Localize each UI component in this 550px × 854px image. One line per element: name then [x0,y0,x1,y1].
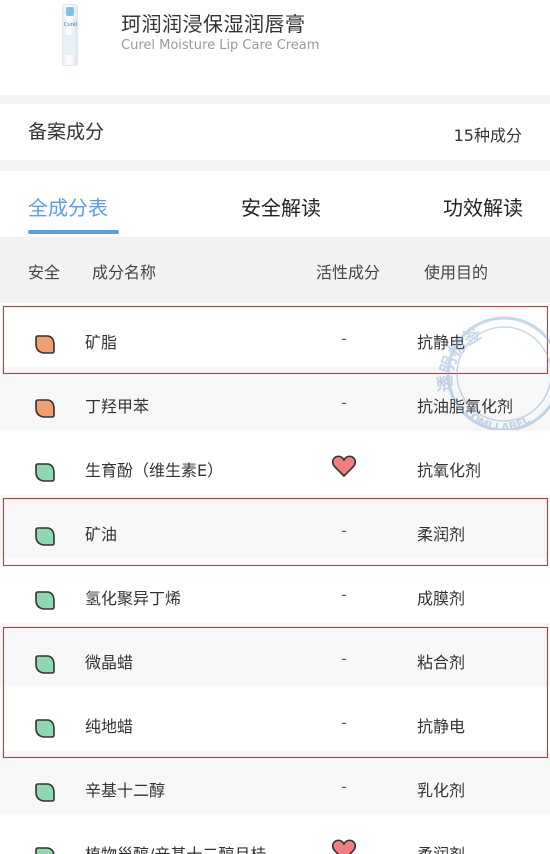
active-ingredient-value: - [341,777,347,796]
ingredient-purpose: 抗油脂氧化剂 [417,397,514,416]
filing-title: 备案成分 [28,121,105,143]
tab-full-ingredients[interactable]: 全成分表 [28,192,108,221]
tab-efficacy-analysis[interactable]: 功效解读 [443,192,523,221]
product-image: Curél [62,4,78,66]
filing-ingredients-row[interactable]: 备案成分 15种成分 [0,104,550,160]
safety-leaf-icon [35,463,55,482]
active-ingredient-value: - [341,585,347,604]
ingredient-purpose: 柔润剂 [417,841,465,854]
safety-leaf-icon [35,591,55,610]
ingredient-name: 丁羟甲苯 [85,397,150,416]
header-safety: 安全 [28,263,61,282]
highlight-box [3,627,548,758]
safety-leaf-icon [35,399,55,418]
active-tab-indicator [28,230,119,234]
ingredient-count: 15种成分 [453,126,522,145]
safety-leaf-icon [35,847,55,854]
ingredient-name: 生育酚（维生素E） [85,461,224,480]
tab-safety-analysis[interactable]: 安全解读 [241,192,321,221]
product-package-logo: Curél [64,22,78,28]
header-purpose: 使用目的 [424,263,489,282]
header-ingredient-name: 成分名称 [92,263,157,282]
ingredient-table: 矿脂 - 抗静电 丁羟甲苯 - 抗油脂氧化剂 生育酚（维生素E） 抗氧化剂 矿油 - 柔润剂 氢化聚异… [0,303,550,854]
safety-leaf-icon [35,783,55,802]
ingredient-page: Curél 珂润润浸保湿润唇膏 Curel Moisture Lip Care … [0,0,550,854]
active-ingredient-value: - [341,393,347,412]
product-header: Curél 珂润润浸保湿润唇膏 Curel Moisture Lip Care … [0,0,550,95]
header-active-ingredient: 活性成分 [316,263,381,282]
ingredient-purpose: 抗氧化剂 [417,461,482,480]
product-name: 珂润润浸保湿润唇膏 [121,12,306,36]
table-row[interactable]: 丁羟甲苯 - 抗油脂氧化剂 [0,367,550,431]
ingredient-name: 氢化聚异丁烯 [85,589,182,608]
table-row[interactable]: 生育酚（维生素E） 抗氧化剂 [0,431,550,495]
tab-bar: 全成分表 安全解读 功效解读 [0,171,550,237]
ingredient-purpose: 成膜剂 [417,589,466,608]
product-name-en: Curel Moisture Lip Care Cream [121,38,320,53]
ingredient-name: 植物甾醇/辛基十二醇月桂… [85,841,282,854]
ingredient-name: 辛基十二醇 [85,781,166,800]
table-row[interactable]: 氢化聚异丁烯 - 成膜剂 [0,559,550,623]
highlight-box [3,498,548,566]
highlight-box [3,306,548,374]
table-row[interactable]: 植物甾醇/辛基十二醇月桂… 柔润剂 [0,815,550,854]
table-header: 安全 成分名称 活性成分 使用目的 [0,237,550,303]
table-row[interactable]: 辛基十二醇 - 乳化剂 [0,751,550,815]
ingredient-purpose: 乳化剂 [417,781,466,800]
